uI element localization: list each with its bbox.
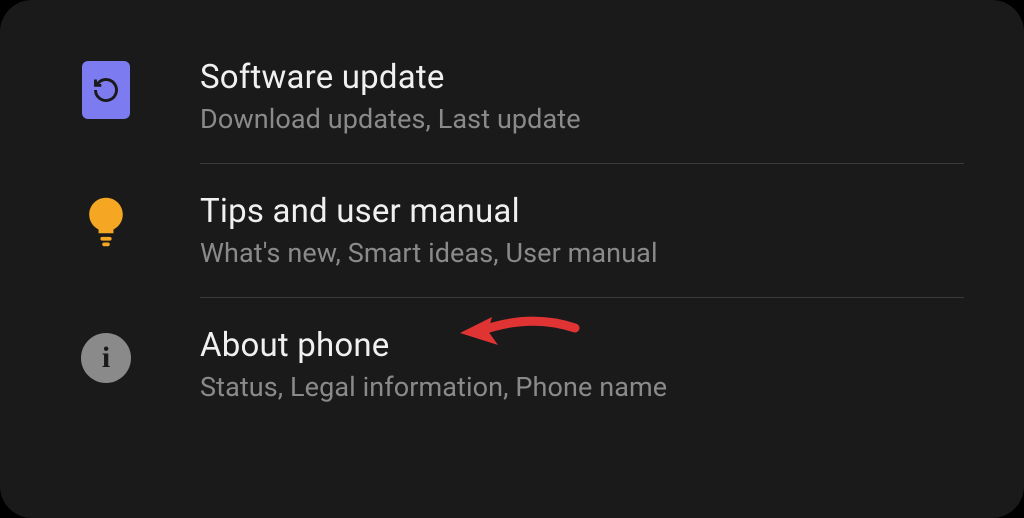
settings-item-tips[interactable]: Tips and user manual What's new, Smart i… — [0, 164, 1024, 297]
info-icon: i — [81, 333, 131, 383]
item-subtitle: Status, Legal information, Phone name — [200, 371, 964, 403]
about-phone-icon-wrap: i — [80, 332, 132, 384]
lightbulb-icon — [83, 194, 129, 254]
settings-item-about-phone[interactable]: i About phone Status, Legal information,… — [0, 298, 1024, 431]
software-update-icon-wrap — [80, 64, 132, 116]
item-title: About phone — [200, 326, 964, 365]
item-subtitle: What's new, Smart ideas, User manual — [200, 237, 964, 269]
tips-icon-wrap — [80, 198, 132, 250]
item-subtitle: Download updates, Last update — [200, 103, 964, 135]
item-title: Software update — [200, 58, 964, 97]
tips-text: Tips and user manual What's new, Smart i… — [200, 192, 964, 269]
item-title: Tips and user manual — [200, 192, 964, 231]
software-update-text: Software update Download updates, Last u… — [200, 58, 964, 135]
refresh-icon — [82, 61, 130, 119]
about-phone-text: About phone Status, Legal information, P… — [200, 326, 964, 403]
settings-item-software-update[interactable]: Software update Download updates, Last u… — [0, 30, 1024, 163]
settings-panel: Software update Download updates, Last u… — [0, 0, 1024, 518]
